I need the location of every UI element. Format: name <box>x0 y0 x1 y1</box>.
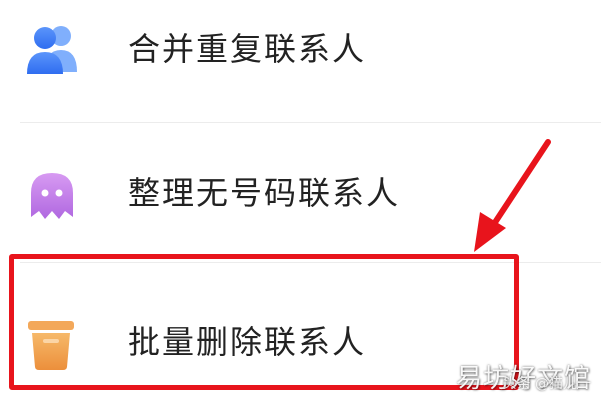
menu-item-label: 合并重复联系人 <box>128 30 367 68</box>
menu-item-batch-delete[interactable]: 批量删除联系人 <box>0 262 601 400</box>
trash-icon <box>25 317 77 375</box>
ghost-icon <box>25 169 79 227</box>
menu-item-label: 整理无号码联系人 <box>128 174 401 212</box>
contacts-merge-icon <box>25 22 81 80</box>
divider <box>20 122 601 123</box>
menu-item-label: 批量删除联系人 <box>128 323 367 361</box>
menu-item-merge-duplicates[interactable]: 合并重复联系人 <box>0 0 601 115</box>
menu-item-organize-no-number[interactable]: 整理无号码联系人 <box>0 125 601 255</box>
